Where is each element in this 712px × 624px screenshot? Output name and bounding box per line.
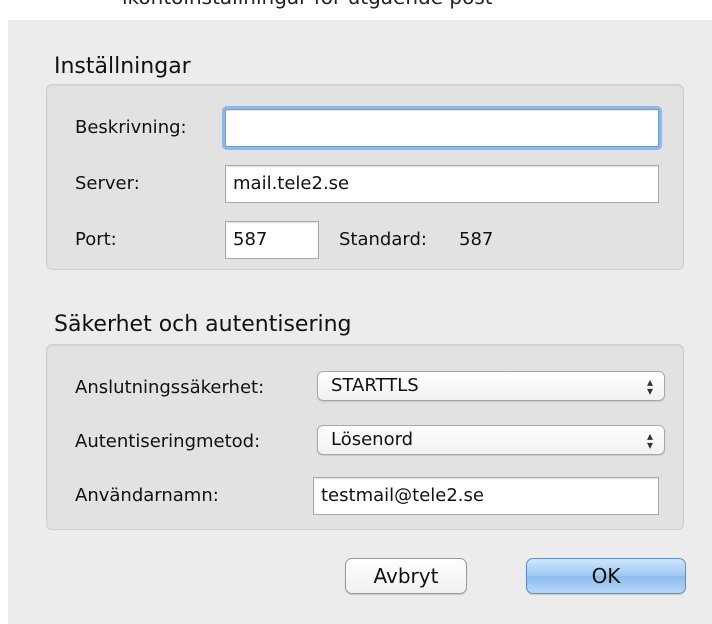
description-input[interactable] xyxy=(225,109,659,147)
username-input[interactable]: testmail@tele2.se xyxy=(313,477,659,515)
description-label: Beskrivning: xyxy=(75,117,187,138)
standard-port-value: 587 xyxy=(459,229,494,250)
cancel-button[interactable]: Avbryt xyxy=(345,558,467,594)
auth-method-value: Lösenord xyxy=(331,429,414,450)
up-down-arrows-icon: ▴ ▾ xyxy=(646,429,654,452)
port-input[interactable]: 587 xyxy=(225,221,319,259)
security-section-title: Säkerhet och autentisering xyxy=(54,312,352,337)
window-title: ikontoinställningar för utgående post xyxy=(122,0,493,9)
smtp-settings-dialog: Inställningar Beskrivning: Server: mail.… xyxy=(8,20,712,624)
connection-security-value: STARTTLS xyxy=(331,375,419,396)
username-label: Användarnamn: xyxy=(75,485,219,506)
settings-group: Beskrivning: Server: mail.tele2.se Port:… xyxy=(46,84,684,270)
server-label: Server: xyxy=(75,173,140,194)
ok-button[interactable]: OK xyxy=(526,558,686,594)
connection-security-select[interactable]: STARTTLS ▴ ▾ xyxy=(317,371,665,401)
standard-label: Standard: xyxy=(339,229,427,250)
auth-method-select[interactable]: Lösenord ▴ ▾ xyxy=(317,425,665,455)
settings-section-title: Inställningar xyxy=(54,54,191,79)
port-label: Port: xyxy=(75,229,117,250)
auth-method-label: Autentiseringmetod: xyxy=(75,431,261,452)
connection-security-label: Anslutningssäkerhet: xyxy=(75,377,265,398)
window-title-fragment: ikontoinställningar för utgående post xyxy=(0,0,712,20)
security-group: Anslutningssäkerhet: STARTTLS ▴ ▾ Autenti… xyxy=(46,344,684,530)
server-input[interactable]: mail.tele2.se xyxy=(225,165,659,203)
up-down-arrows-icon: ▴ ▾ xyxy=(646,375,654,398)
